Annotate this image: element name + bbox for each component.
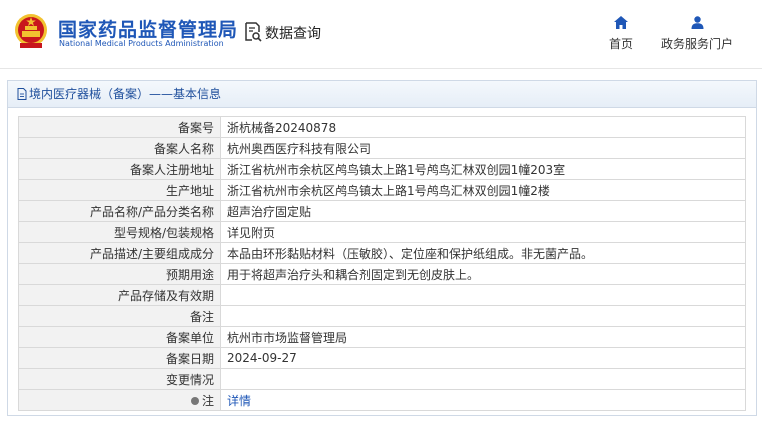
document-icon [17, 88, 27, 100]
row-value: 杭州市市场监督管理局 [220, 326, 746, 348]
row-value: 浙江省杭州市余杭区鸬鸟镇太上路1号鸬鸟汇林双创园1幢203室 [220, 158, 746, 180]
detail-panel: 境内医疗器械（备案）——基本信息 备案号 浙杭械备20240878 备案人名称 杭州… [7, 80, 757, 416]
note-label: 注 [201, 393, 214, 408]
info-dot-icon [190, 396, 199, 405]
national-emblem-icon [15, 14, 47, 48]
nav-home-label: 首页 [608, 37, 633, 51]
table-row: 变更情况 [18, 368, 746, 390]
search-document-icon [245, 22, 262, 42]
panel-title: 境内医疗器械（备案）——基本信息 [29, 87, 222, 101]
site-subtitle: National Medical Products Administration [59, 39, 224, 48]
row-label: 备案人注册地址 [18, 158, 221, 180]
row-value: 用于将超声治疗头和耦合剂固定到无创皮肤上。 [220, 263, 746, 285]
note-row: 注 详情 [18, 389, 746, 411]
row-label: 生产地址 [18, 179, 221, 201]
row-value: 详见附页 [220, 221, 746, 243]
row-label: 变更情况 [18, 368, 221, 390]
row-label: 备案人名称 [18, 137, 221, 159]
panel-header: 境内医疗器械（备案）——基本信息 [8, 81, 756, 108]
nav-home[interactable]: 首页 [604, 16, 638, 52]
row-label: 产品名称/产品分类名称 [18, 200, 221, 222]
detail-table: 备案号 浙杭械备20240878 备案人名称 杭州奥西医疗科技有限公司 备案人注册地… [18, 116, 746, 411]
table-row: 备案号 浙杭械备20240878 [18, 116, 746, 138]
row-value [220, 284, 746, 306]
row-value: 超声治疗固定贴 [220, 200, 746, 222]
table-row: 备案单位 杭州市市场监督管理局 [18, 326, 746, 348]
row-value [220, 305, 746, 327]
row-label: 备注 [18, 305, 221, 327]
table-row: 备注 [18, 305, 746, 327]
table-row: 预期用途 用于将超声治疗头和耦合剂固定到无创皮肤上。 [18, 263, 746, 285]
row-value [220, 368, 746, 390]
table-row: 备案日期 2024-09-27 [18, 347, 746, 369]
table-row: 型号规格/包装规格 详见附页 [18, 221, 746, 243]
row-label: 产品描述/主要组成成分 [18, 242, 221, 264]
row-label: 备案号 [18, 116, 221, 138]
details-link[interactable]: 详情 [227, 394, 251, 408]
table-row: 生产地址 浙江省杭州市余杭区鸬鸟镇太上路1号鸬鸟汇林双创园1幢2楼 [18, 179, 746, 201]
table-row: 产品存储及有效期 [18, 284, 746, 306]
row-label: 产品存储及有效期 [18, 284, 221, 306]
row-value: 2024-09-27 [220, 347, 746, 369]
row-value: 浙杭械备20240878 [220, 116, 746, 138]
note-value-cell: 详情 [220, 389, 746, 411]
nav-portal-label: 政务服务门户 [660, 37, 733, 51]
table-row: 产品名称/产品分类名称 超声治疗固定贴 [18, 200, 746, 222]
site-title[interactable]: 国家药品监督管理局 [58, 15, 238, 42]
row-label: 预期用途 [18, 263, 221, 285]
row-label: 型号规格/包装规格 [18, 221, 221, 243]
row-label: 备案日期 [18, 347, 221, 369]
site-header: 国家药品监督管理局 National Medical Products Admi… [0, 0, 762, 68]
table-row: 备案人注册地址 浙江省杭州市余杭区鸬鸟镇太上路1号鸬鸟汇林双创园1幢203室 [18, 158, 746, 180]
header-divider [0, 68, 762, 69]
data-query-link[interactable]: 数据查询 [265, 23, 321, 43]
table-row: 备案人名称 杭州奥西医疗科技有限公司 [18, 137, 746, 159]
row-label: 备案单位 [18, 326, 221, 348]
table-row: 产品描述/主要组成成分 本品由环形黏贴材料（压敏胶）、定位座和保护纸组成。非无菌产… [18, 242, 746, 264]
row-value: 浙江省杭州市余杭区鸬鸟镇太上路1号鸬鸟汇林双创园1幢2楼 [220, 179, 746, 201]
user-icon [691, 16, 703, 29]
row-value: 杭州奥西医疗科技有限公司 [220, 137, 746, 159]
row-value: 本品由环形黏贴材料（压敏胶）、定位座和保护纸组成。非无菌产品。 [220, 242, 746, 264]
note-label-cell: 注 [18, 389, 221, 411]
nav-service-portal[interactable]: 政务服务门户 [658, 16, 736, 52]
home-icon [614, 16, 628, 29]
